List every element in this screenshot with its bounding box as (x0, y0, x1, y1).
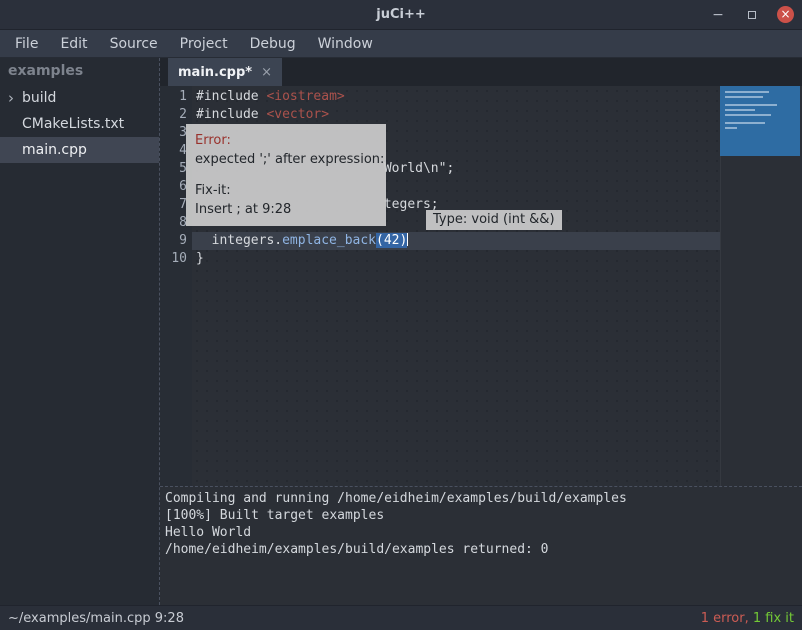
status-diagnostics[interactable]: 1 error, 1 fix it (701, 611, 794, 626)
terminal-line: [100%] Built target examples (165, 507, 802, 524)
restore-icon[interactable] (743, 6, 761, 24)
tab-label: main.cpp* (178, 65, 252, 80)
content-area: examples › build CMakeLists.txt main.cpp ma… (0, 58, 802, 605)
menu-item-project[interactable]: Project (169, 30, 239, 58)
tree-item-build[interactable]: › build (0, 85, 159, 111)
status-file-location: ~/examples/main.cpp 9:28 (8, 611, 184, 626)
file-sidebar: examples › build CMakeLists.txt main.cpp (0, 58, 160, 605)
minimap-line (725, 114, 771, 116)
line-number: 2 (160, 106, 192, 124)
code-editor[interactable]: 12345678910 #include <iostream>#include … (160, 86, 802, 486)
code-segment: <iostream> (266, 89, 344, 104)
code-segment: } (196, 251, 204, 266)
code-segment: emplace_back (282, 233, 376, 248)
minimap-line (725, 96, 763, 98)
menu-item-edit[interactable]: Edit (49, 30, 98, 58)
tree-item-label: CMakeLists.txt (22, 116, 124, 132)
status-error-count: 1 error (701, 611, 745, 626)
line-number: 9 (160, 232, 192, 250)
error-tooltip: Error: expected ';' after expression: Fi… (186, 124, 386, 226)
code-segment: #include (196, 89, 266, 104)
terminal-line: Hello World (165, 524, 802, 541)
line-number: 1 (160, 88, 192, 106)
file-tree: › build CMakeLists.txt main.cpp (0, 85, 159, 163)
fixit-title: Fix-it: (195, 181, 377, 200)
text-cursor (407, 233, 408, 246)
project-name: examples (0, 58, 159, 85)
tab-bar: main.cpp* × (160, 58, 802, 86)
code-line[interactable]: } (192, 250, 802, 268)
minimap-line (725, 122, 765, 124)
status-separator: , (745, 611, 753, 626)
code-segment: integers. (196, 233, 282, 248)
code-line[interactable]: #include <vector> (192, 106, 802, 124)
build-output-terminal[interactable]: Compiling and running /home/eidheim/exam… (160, 486, 802, 605)
tree-item-cmakelists-txt[interactable]: CMakeLists.txt (0, 111, 159, 137)
code-line[interactable]: integers.emplace_back(42) (192, 232, 802, 250)
status-bar: ~/examples/main.cpp 9:28 1 error, 1 fix … (0, 605, 802, 630)
code-line[interactable]: #include <iostream> (192, 88, 802, 106)
chevron-right-icon[interactable]: › (8, 89, 16, 107)
tree-item-main-cpp[interactable]: main.cpp (0, 137, 159, 163)
menu-item-window[interactable]: Window (307, 30, 384, 58)
menu-item-file[interactable]: File (4, 30, 49, 58)
tree-item-label: main.cpp (22, 142, 87, 158)
close-icon[interactable]: × (777, 6, 794, 23)
code-segment: World\n"; (384, 161, 454, 176)
tooltip-spacer (195, 169, 377, 181)
menu-item-debug[interactable]: Debug (239, 30, 307, 58)
minimap-line (725, 104, 777, 106)
tab-main-cpp[interactable]: main.cpp* × (168, 58, 282, 86)
menu-bar: FileEditSourceProjectDebugWindow (0, 30, 802, 58)
status-fixit-count: 1 fix it (753, 611, 794, 626)
minimap[interactable] (720, 86, 800, 156)
app-window: juCi++ − × FileEditSourceProjectDebugWin… (0, 0, 802, 630)
terminal-line: Compiling and running /home/eidheim/exam… (165, 490, 802, 507)
minimize-icon[interactable]: − (709, 6, 727, 24)
error-tooltip-title: Error: (195, 131, 377, 150)
minimap-line (725, 109, 755, 111)
code-segment: <vector> (266, 107, 329, 122)
error-tooltip-message: expected ';' after expression: (195, 150, 377, 169)
terminal-line: /home/eidheim/examples/build/examples re… (165, 541, 802, 558)
line-number: 10 (160, 250, 192, 268)
fixit-text: Insert ; at 9:28 (195, 200, 377, 219)
code-segment: (42) (376, 233, 407, 248)
menu-item-source[interactable]: Source (99, 30, 169, 58)
minimap-line (725, 127, 737, 129)
menu-items: FileEditSourceProjectDebugWindow (4, 30, 384, 58)
title-bar: juCi++ − × (0, 0, 802, 30)
tree-item-label: build (22, 90, 56, 106)
main-column: main.cpp*× 12345678910 #include <iostrea… (160, 58, 802, 605)
code-segment: #include (196, 107, 266, 122)
window-title: juCi++ (0, 7, 802, 22)
window-controls: − × (709, 6, 794, 24)
restore-glyph (748, 11, 756, 19)
tab-close-icon[interactable]: × (261, 65, 272, 80)
type-tooltip: Type: void (int &&) (426, 210, 562, 230)
minimap-line (725, 91, 769, 93)
